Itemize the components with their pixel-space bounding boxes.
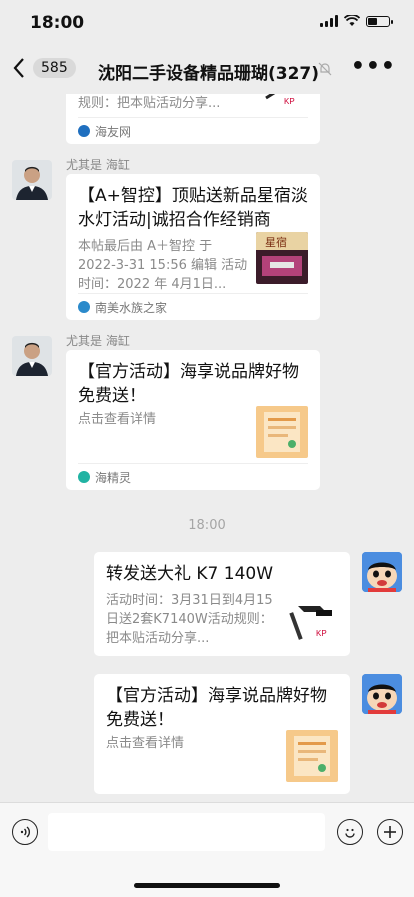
message-input[interactable] <box>48 813 325 851</box>
svg-text:KP: KP <box>284 97 295 106</box>
sender-name: 尤其是 海缸 <box>66 158 130 172</box>
card-thumbnail: KP <box>286 592 338 644</box>
card-thumbnail <box>286 730 338 782</box>
card-desc: 活动时间：3月31日到4月15日送2套K7140W活动规则：把本贴活动分享... <box>106 593 273 646</box>
voice-icon[interactable] <box>12 819 38 845</box>
message-list: 规则：把本贴活动分享... KP 海友网 尤其是 海缸 【A+智控】顶贴送新品星… <box>0 94 414 802</box>
source-logo-icon <box>78 301 90 313</box>
chevron-left-icon[interactable] <box>12 56 26 86</box>
card-source: 海精灵 <box>78 463 308 490</box>
source-name: 南美水族之家 <box>95 300 168 315</box>
thumb-label: 星宿 <box>265 235 287 249</box>
source-name: 海精灵 <box>95 470 132 485</box>
chat-header: 585 沈阳二手设备精品珊瑚(327) ••• <box>0 44 414 94</box>
card-title: 【官方活动】海享说品牌好物免费送！ <box>106 686 327 730</box>
plus-icon[interactable] <box>377 819 403 845</box>
wifi-icon <box>344 15 360 26</box>
card-thumbnail: KP <box>256 94 308 106</box>
link-card[interactable]: 【A+智控】顶贴送新品星宿淡水灯活动|诚招合作经销商 本帖最后由 A＋智控 于 … <box>66 174 320 320</box>
link-card[interactable]: 规则：把本贴活动分享... KP 海友网 <box>66 94 320 144</box>
more-icon[interactable]: ••• <box>351 54 396 79</box>
card-source: 南美水族之家 <box>78 293 308 320</box>
emoji-icon[interactable] <box>337 819 363 845</box>
card-title: 【A+智控】顶贴送新品星宿淡水灯活动|诚招合作经销商 <box>78 186 308 230</box>
card-source: 海友网 <box>78 117 308 144</box>
unread-count-badge[interactable]: 585 <box>33 58 76 78</box>
source-logo-icon <box>78 125 90 137</box>
bell-off-icon <box>318 62 332 80</box>
status-time: 18:00 <box>30 13 85 33</box>
source-logo-icon <box>78 471 90 483</box>
source-name: 海友网 <box>95 124 132 139</box>
card-thumbnail: 星宿 <box>256 232 308 284</box>
svg-text:KP: KP <box>316 629 327 638</box>
link-card[interactable]: 转发送大礼 K7 140W 活动时间：3月31日到4月15日送2套K7140W活… <box>94 552 350 656</box>
link-card[interactable]: 【官方活动】海享说品牌好物免费送！ 点击查看详情 海精灵 <box>66 350 320 490</box>
card-desc: 本帖最后由 A＋智控 于 2022-3-31 15:56 编辑 活动时间：202… <box>78 239 248 292</box>
card-title: 转发送大礼 K7 140W <box>106 564 274 584</box>
status-icons <box>320 15 393 27</box>
battery-icon <box>366 15 393 27</box>
link-card[interactable]: 【官方活动】海享说品牌好物免费送！ 点击查看详情 <box>94 674 350 794</box>
avatar[interactable] <box>12 336 52 376</box>
card-title: 【官方活动】海享说品牌好物免费送！ <box>78 362 299 406</box>
timestamp: 18:00 <box>188 518 226 533</box>
input-bar <box>0 802 414 897</box>
avatar[interactable] <box>362 552 402 592</box>
chat-title: 沈阳二手设备精品珊瑚(327) <box>98 64 320 84</box>
card-desc: 规则：把本贴活动分享... <box>78 96 221 111</box>
card-thumbnail <box>256 406 308 458</box>
home-indicator[interactable] <box>134 883 280 888</box>
status-bar: 18:00 <box>0 0 414 44</box>
avatar[interactable] <box>12 160 52 200</box>
avatar[interactable] <box>362 674 402 714</box>
signal-icon <box>320 15 338 27</box>
sender-name: 尤其是 海缸 <box>66 334 130 348</box>
